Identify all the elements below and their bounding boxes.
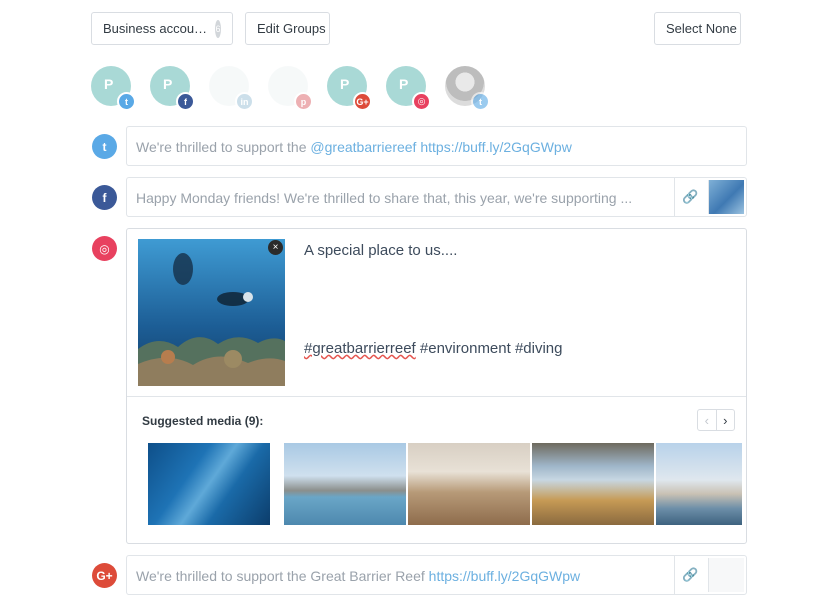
google-plus-icon: G+ <box>353 92 372 111</box>
instagram-caption-line1: A special place to us.... <box>304 242 458 259</box>
suggested-media-reef-aerial[interactable] <box>148 443 270 525</box>
suggested-media-pager: ‹ › <box>697 409 735 431</box>
linkedin-icon: in <box>235 92 254 111</box>
edit-groups-label: Edit Groups <box>257 21 326 36</box>
url-link[interactable]: https://buff.ly/2GqGWpw <box>429 568 580 584</box>
chevron-left-icon[interactable]: ‹ <box>698 410 717 430</box>
twitter-post-editor[interactable]: We're thrilled to support the @greatbarr… <box>126 126 747 166</box>
google-plus-icon: G+ <box>92 563 117 588</box>
facebook-post-tools: 🔗 <box>674 178 746 216</box>
account-group-dropdown[interactable]: Business accou… 6 <box>91 12 233 45</box>
profile-avatar-instagram[interactable]: P ◎ <box>386 66 431 111</box>
account-count-badge: 6 <box>215 19 221 38</box>
instagram-hashtags: #greatbarrierreef #environment #diving <box>304 340 563 357</box>
profile-avatar-linkedin[interactable]: in <box>209 66 254 111</box>
facebook-icon: f <box>92 185 117 210</box>
facebook-icon: f <box>176 92 195 111</box>
avatar-initial: P <box>340 76 350 92</box>
avatar-initial: P <box>104 76 114 92</box>
url-link[interactable]: https://buff.ly/2GqGWpw <box>420 139 571 155</box>
instagram-post-editor[interactable]: × A special place to us.... #greatbarrie… <box>126 228 747 544</box>
profile-avatar-pinterest[interactable]: p <box>268 66 313 111</box>
post-text: We're thrilled to support the <box>136 139 311 155</box>
suggested-media-marina[interactable] <box>656 443 742 525</box>
edit-groups-button[interactable]: Edit Groups <box>245 12 330 45</box>
facebook-post-editor[interactable]: Happy Monday friends! We're thrilled to … <box>126 177 747 217</box>
profile-avatar-google-plus[interactable]: P G+ <box>327 66 372 111</box>
link-icon[interactable]: 🔗 <box>674 556 706 594</box>
hashtag-misspelled: #greatbarrierreef <box>304 340 416 357</box>
google-plus-post-editor[interactable]: We're thrilled to support the Great Barr… <box>126 555 747 595</box>
suggested-media-sculpture[interactable] <box>284 443 406 525</box>
select-none-button[interactable]: Select None <box>654 12 741 45</box>
select-none-label: Select None <box>666 21 737 36</box>
profile-avatar-twitter[interactable]: P t <box>91 66 136 111</box>
mention-link[interactable]: @greatbarriereef <box>310 139 416 155</box>
post-text: We're thrilled to support the Great Barr… <box>136 568 429 584</box>
twitter-icon: t <box>92 134 117 159</box>
suggested-media-hotel-room[interactable] <box>408 443 530 525</box>
avatar-initial: P <box>163 76 173 92</box>
twitter-icon: t <box>117 92 136 111</box>
chevron-right-icon[interactable]: › <box>717 410 735 430</box>
instagram-icon: ◎ <box>92 236 117 261</box>
google-plus-post-text: We're thrilled to support the Great Barr… <box>136 568 676 584</box>
avatar-initial: P <box>399 76 409 92</box>
twitter-icon: t <box>471 92 490 111</box>
diving-photo <box>138 239 285 386</box>
hashtags-rest: #environment #diving <box>415 340 563 357</box>
instagram-icon: ◎ <box>412 92 431 111</box>
suggested-media-list <box>148 443 742 525</box>
pinterest-icon: p <box>294 92 313 111</box>
divider <box>127 396 746 397</box>
google-plus-post-tools: 🔗 <box>674 556 746 594</box>
suggested-media-label: Suggested media (9): <box>142 414 264 428</box>
account-group-label: Business accou… <box>103 21 208 36</box>
attached-image-thumbnail[interactable] <box>708 180 744 214</box>
facebook-post-text: Happy Monday friends! We're thrilled to … <box>136 190 633 206</box>
twitter-post-text: We're thrilled to support the @greatbarr… <box>136 139 736 155</box>
suggested-media-balcony[interactable] <box>532 443 654 525</box>
link-icon[interactable]: 🔗 <box>674 178 706 216</box>
composer-toolbar: Business accou… 6 Edit Groups Select Non… <box>91 12 741 46</box>
profile-selector: P t P f in p P G+ P ◎ t <box>91 66 511 111</box>
remove-image-button[interactable]: × <box>268 240 283 255</box>
profile-avatar-twitter-personal[interactable]: t <box>445 66 490 111</box>
empty-image-slot[interactable] <box>708 558 744 592</box>
profile-avatar-facebook[interactable]: P f <box>150 66 195 111</box>
attached-image-diving[interactable] <box>138 239 285 386</box>
